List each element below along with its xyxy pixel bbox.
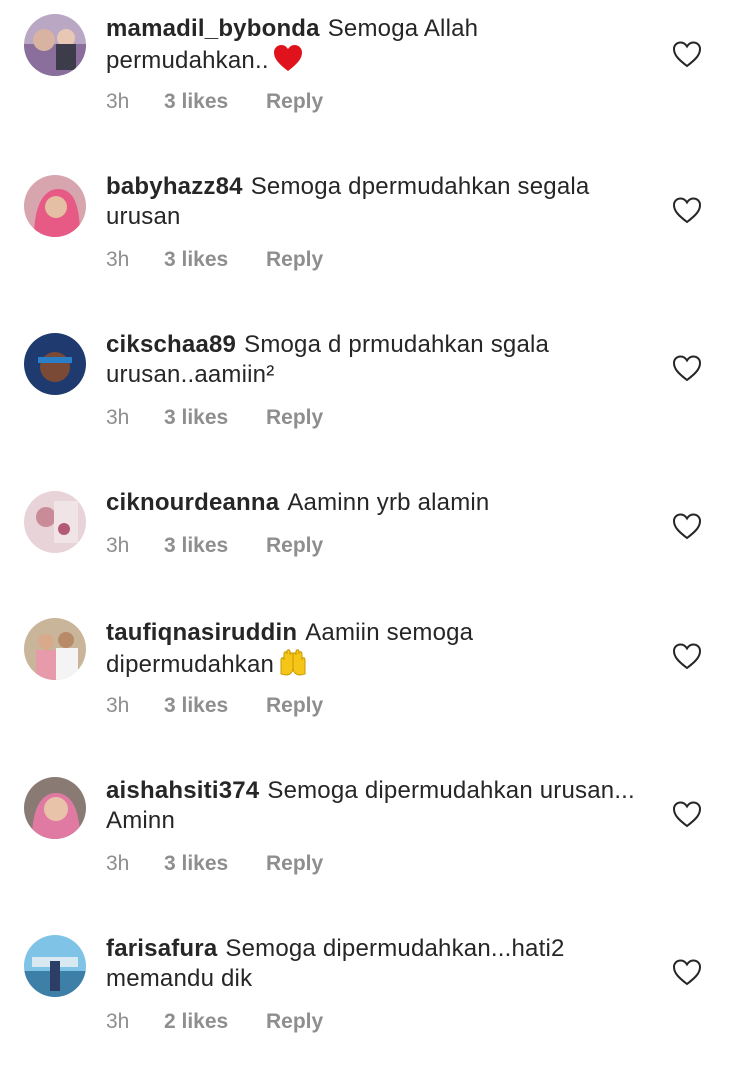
comment-likes[interactable]: 3 likes [164, 248, 266, 272]
comment-likes[interactable]: 3 likes [164, 534, 266, 558]
avatar[interactable] [24, 777, 86, 839]
raised-hands-emoji-icon [280, 649, 306, 676]
avatar[interactable] [24, 618, 86, 680]
comment-item: ciknourdeanna Aaminn yrb alamin 3h 3 like… [0, 488, 742, 568]
reply-button[interactable]: Reply [266, 1010, 323, 1034]
comment-likes[interactable]: 3 likes [164, 852, 266, 876]
like-heart-icon[interactable] [672, 512, 702, 540]
comment-time: 3h [106, 694, 130, 717]
comment-item: cikschaa89 Smoga d prmudahkan sgala urusa… [0, 330, 742, 440]
like-heart-icon[interactable] [672, 800, 702, 828]
comment-username[interactable]: farisafura [106, 935, 217, 962]
like-heart-icon[interactable] [672, 642, 702, 670]
comment-text: ciknourdeanna Aaminn yrb alamin [106, 488, 636, 518]
comment-meta: 3h 3 likes Reply [106, 90, 323, 114]
comment-likes[interactable]: 3 likes [164, 406, 266, 430]
comment-meta: 3h 2 likes Reply [106, 1010, 323, 1034]
avatar[interactable] [24, 175, 86, 237]
comment-time: 3h [106, 852, 130, 875]
reply-button[interactable]: Reply [266, 534, 323, 558]
avatar[interactable] [24, 14, 86, 76]
reply-button[interactable]: Reply [266, 90, 323, 114]
reply-button[interactable]: Reply [266, 248, 323, 272]
comment-meta: 3h 3 likes Reply [106, 248, 323, 272]
comment-meta: 3h 3 likes Reply [106, 694, 323, 718]
reply-button[interactable]: Reply [266, 694, 323, 718]
comment-username[interactable]: ciknourdeanna [106, 489, 279, 516]
comment-item: taufiqnasiruddin Aamiin semoga dipermudah… [0, 618, 742, 728]
avatar[interactable] [24, 333, 86, 395]
comment-meta: 3h 3 likes Reply [106, 852, 323, 876]
comment-body: Aaminn yrb alamin [287, 489, 490, 516]
reply-button[interactable]: Reply [266, 852, 323, 876]
avatar[interactable] [24, 935, 86, 997]
comment-text: taufiqnasiruddin Aamiin semoga dipermudah… [106, 618, 636, 680]
comment-time: 3h [106, 406, 130, 429]
comment-text: cikschaa89 Smoga d prmudahkan sgala urusa… [106, 330, 636, 390]
comment-meta: 3h 3 likes Reply [106, 406, 323, 430]
like-heart-icon[interactable] [672, 196, 702, 224]
like-heart-icon[interactable] [672, 958, 702, 986]
comment-item: babyhazz84 Semoga dpermudahkan segala uru… [0, 172, 742, 282]
comment-item: mamadil_bybonda Semoga Allah permudahkan.… [0, 14, 742, 124]
reply-button[interactable]: Reply [266, 406, 323, 430]
avatar[interactable] [24, 491, 86, 553]
like-heart-icon[interactable] [672, 354, 702, 382]
comment-text: babyhazz84 Semoga dpermudahkan segala uru… [106, 172, 636, 232]
comment-text: aishahsiti374 Semoga dipermudahkan urusan… [106, 776, 636, 836]
comment-time: 3h [106, 248, 130, 271]
comment-likes[interactable]: 3 likes [164, 694, 266, 718]
comment-username[interactable]: babyhazz84 [106, 173, 243, 200]
comment-item: aishahsiti374 Semoga dipermudahkan urusan… [0, 776, 742, 886]
comment-text: farisafura Semoga dipermudahkan...hati2 m… [106, 934, 636, 994]
heart-emoji-icon [273, 45, 302, 71]
like-heart-icon[interactable] [672, 40, 702, 68]
comment-likes[interactable]: 3 likes [164, 90, 266, 114]
comment-time: 3h [106, 90, 130, 113]
comment-likes[interactable]: 2 likes [164, 1010, 266, 1034]
comment-item: farisafura Semoga dipermudahkan...hati2 m… [0, 934, 742, 1044]
comment-username[interactable]: aishahsiti374 [106, 777, 259, 804]
comment-username[interactable]: taufiqnasiruddin [106, 619, 297, 646]
comment-time: 3h [106, 534, 130, 557]
comment-username[interactable]: cikschaa89 [106, 331, 236, 358]
comment-text: mamadil_bybonda Semoga Allah permudahkan.… [106, 14, 636, 76]
comment-meta: 3h 3 likes Reply [106, 534, 323, 558]
comment-time: 3h [106, 1010, 130, 1033]
comment-username[interactable]: mamadil_bybonda [106, 15, 320, 42]
